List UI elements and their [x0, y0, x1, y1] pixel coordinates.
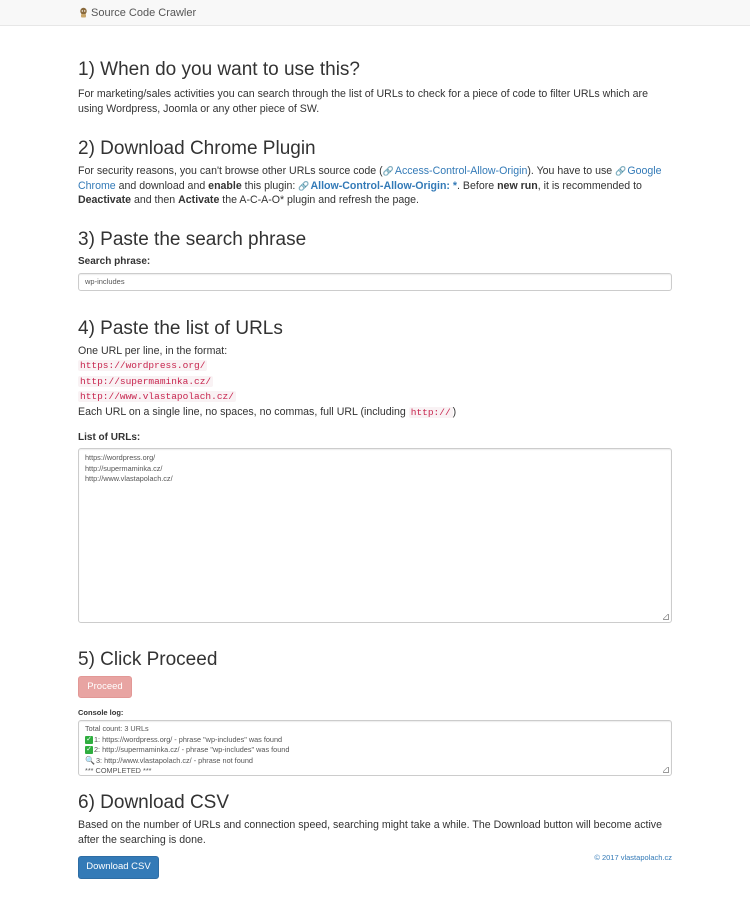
log-line-text: 2: http://supermaminka.cz/ - phrase "wp-…: [94, 745, 290, 754]
check-icon: ✓: [85, 735, 93, 744]
console-log-textarea[interactable]: Total count: 3 URLs ✓ 1: https://wordpres…: [78, 720, 672, 776]
url-format-intro: One URL per line, in the format:: [78, 344, 228, 357]
url-list-line: https://wordpress.org/: [85, 453, 156, 462]
s2-text-2: ). You have to use: [527, 165, 616, 177]
url-note-text-2: ): [452, 405, 457, 418]
section-1-text: For marketing/sales activities you can s…: [78, 88, 648, 115]
console-log-label: Console log:: [78, 708, 124, 717]
search-phrase-input[interactable]: wp-includes: [78, 272, 672, 291]
link-access-control[interactable]: 🔗Access-Control-Allow-Origin: [383, 165, 528, 177]
log-line-text: 1: https://wordpress.org/ - phrase "wp-i…: [94, 734, 283, 744]
s2-text-7: and then: [131, 194, 179, 206]
log-line: ✓ 2: http://supermaminka.cz/ - phrase "wp…: [85, 745, 665, 756]
link-plugin-label: Allow-Control-Allow-Origin: *: [310, 179, 458, 192]
app-logo-icon: [78, 7, 89, 18]
url-note-code: http://: [408, 406, 453, 418]
s2-text-8: the A-C-A-O* plugin and refresh the page…: [219, 194, 419, 206]
search-phrase-value: wp-includes: [85, 276, 125, 286]
link-icon: 🔗: [615, 166, 627, 176]
link-plugin[interactable]: 🔗Allow-Control-Allow-Origin: *: [298, 180, 457, 192]
s2-text-1: For security reasons, you can't browse o…: [78, 165, 383, 177]
section-5-title: 5) Click Proceed: [78, 649, 218, 670]
proceed-button[interactable]: Proceed: [78, 676, 132, 698]
navbar: Source Code Crawler: [0, 0, 750, 26]
url-example: http://supermaminka.cz/: [78, 375, 214, 387]
resize-handle[interactable]: [663, 614, 669, 620]
check-icon: ✓: [85, 746, 93, 755]
footer-link[interactable]: © 2017 vlastapolach.cz: [594, 853, 672, 862]
navbar-brand[interactable]: Source Code Crawler: [78, 7, 196, 19]
url-example: http://www.vlastapolach.cz/: [78, 391, 236, 402]
url-list-line: http://supermaminka.cz/: [85, 463, 163, 473]
url-format-note: Each URL on a single line, no spaces, no…: [78, 405, 672, 421]
url-examples: https://wordpress.org/ http://supermamin…: [78, 358, 672, 405]
log-line: *** COMPLETED ***: [85, 766, 665, 777]
section-1-title: 1) When do you want to use this?: [78, 59, 360, 80]
s2-bold-activate: Activate: [178, 194, 220, 206]
url-example: https://wordpress.org/: [78, 360, 208, 371]
section-2-title: 2) Download Chrome Plugin: [78, 138, 316, 159]
s2-text-6: , it is recommended to: [537, 179, 642, 192]
s2-bold-newrun: new run: [497, 179, 538, 192]
log-line-text: Total count: 3 URLs: [85, 724, 149, 733]
section-4-title: 4) Paste the list of URLs: [78, 317, 283, 339]
brand-label: Source Code Crawler: [91, 6, 197, 19]
search-phrase-label: Search phrase:: [78, 255, 151, 267]
magnifier-icon: 🔍: [85, 755, 95, 765]
link-access-control-label: Access-Control-Allow-Origin: [394, 165, 528, 177]
log-line-text: *** COMPLETED ***: [85, 766, 152, 775]
log-line-text: 3: http://www.vlastapolach.cz/ - phrase …: [95, 755, 253, 765]
resize-handle[interactable]: [663, 767, 669, 773]
url-list-textarea[interactable]: https://wordpress.org/ http://supermamin…: [78, 448, 672, 623]
log-line: ✓ 1: https://wordpress.org/ - phrase "wp-…: [85, 735, 665, 746]
download-csv-button[interactable]: Download CSV: [78, 856, 159, 879]
section-3-title: 3) Paste the search phrase: [78, 228, 307, 250]
section-6-text: Based on the number of URLs and connecti…: [78, 819, 662, 846]
s2-text-4: this plugin:: [241, 179, 299, 192]
section-2-text: For security reasons, you can't browse o…: [78, 164, 672, 208]
s2-text-3: and download and: [115, 179, 209, 192]
s2-bold-deactivate: Deactivate: [78, 194, 131, 206]
link-icon: 🔗: [298, 180, 310, 191]
main-content: 1) When do you want to use this? For mar…: [78, 59, 672, 879]
url-list-line: http://www.vlastapolach.cz/: [85, 474, 173, 483]
s2-bold-enable: enable: [208, 179, 242, 192]
link-icon: 🔗: [382, 166, 394, 176]
log-line: Total count: 3 URLs: [85, 724, 665, 735]
url-note-text-1: Each URL on a single line, no spaces, no…: [78, 405, 409, 418]
list-of-urls-label: List of URLs:: [78, 432, 141, 443]
s2-text-5: . Before: [457, 179, 498, 192]
section-6-title: 6) Download CSV: [78, 792, 230, 813]
log-line: 🔍 3: http://www.vlastapolach.cz/ - phrase…: [85, 756, 665, 767]
